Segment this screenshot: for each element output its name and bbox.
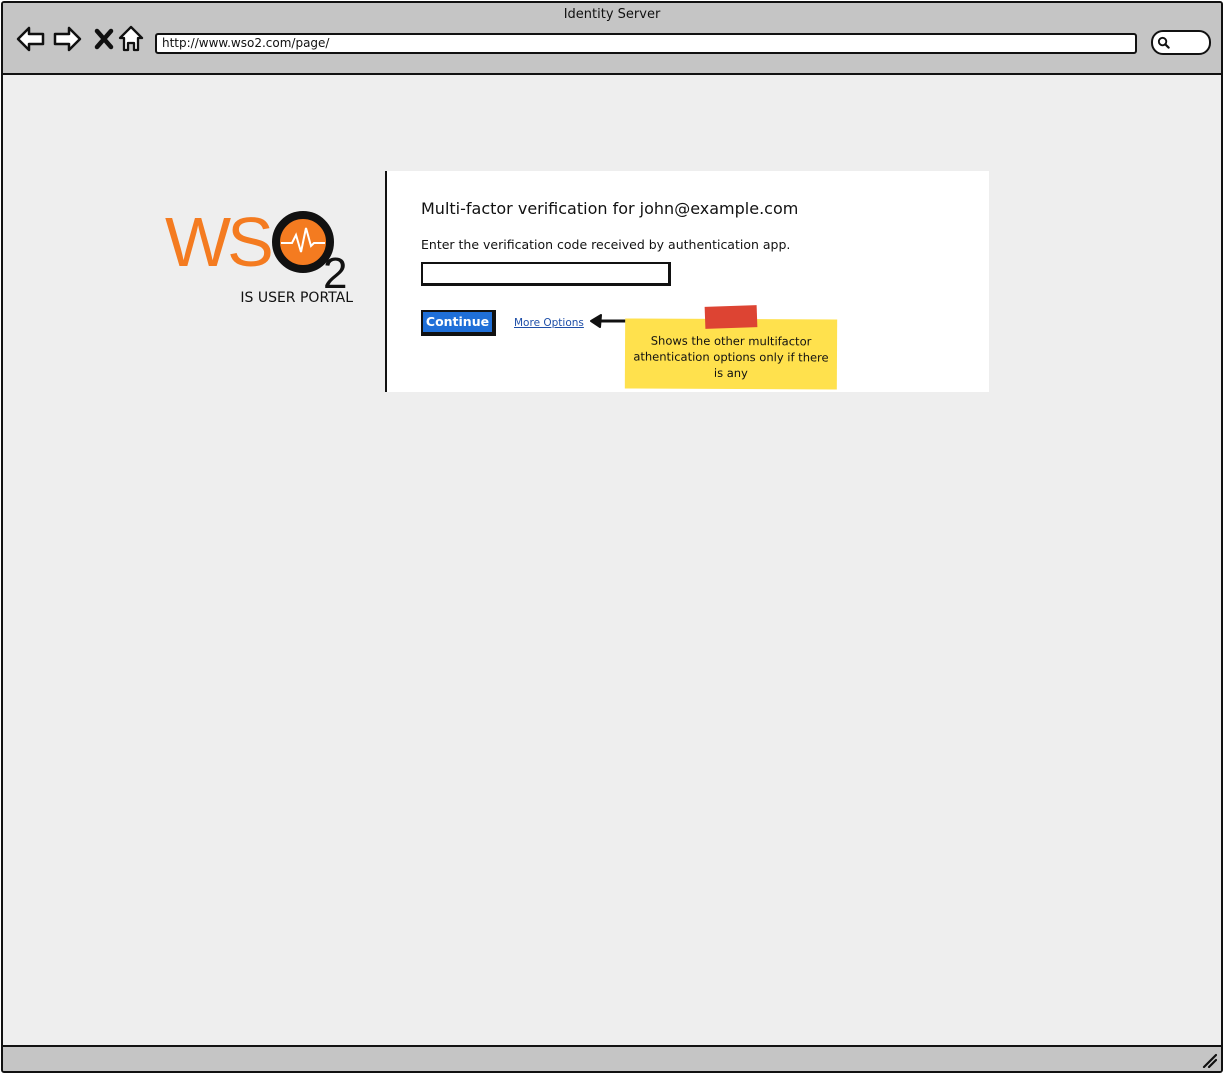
browser-titlebar: Identity Server http://www.wso2.com/page… bbox=[3, 3, 1221, 75]
verification-card: Multi-factor verification for john@examp… bbox=[385, 171, 989, 392]
more-options-link[interactable]: More Options bbox=[514, 317, 584, 329]
continue-button[interactable]: Continue bbox=[421, 310, 496, 336]
browser-statusbar bbox=[3, 1045, 1221, 1071]
sticky-tape bbox=[704, 305, 758, 329]
search-icon bbox=[1157, 36, 1170, 49]
window-title: Identity Server bbox=[563, 7, 661, 22]
instruction-text: Enter the verification code received by … bbox=[421, 237, 791, 252]
svg-text:2: 2 bbox=[323, 249, 347, 292]
back-arrow-icon[interactable] bbox=[15, 23, 47, 55]
sticky-note-text: Shows the other multifactor athenticatio… bbox=[633, 333, 829, 381]
verification-code-input[interactable] bbox=[421, 262, 671, 286]
resize-grip-icon[interactable] bbox=[1201, 1052, 1217, 1068]
url-bar[interactable]: http://www.wso2.com/page/ bbox=[155, 33, 1137, 54]
url-text: http://www.wso2.com/page/ bbox=[162, 36, 330, 50]
page-content: WS 2 IS USER PORTAL Multi-factor verific… bbox=[3, 75, 1221, 1045]
svg-text:WS: WS bbox=[165, 203, 271, 281]
wso2-logo: WS 2 bbox=[165, 203, 347, 292]
portal-label: IS USER PORTAL bbox=[240, 290, 353, 306]
forward-arrow-icon[interactable] bbox=[51, 23, 83, 55]
home-icon[interactable] bbox=[115, 23, 147, 55]
page-title: Multi-factor verification for john@examp… bbox=[421, 199, 799, 218]
browser-search-box[interactable] bbox=[1151, 30, 1211, 55]
sticky-note: Shows the other multifactor athenticatio… bbox=[624, 318, 838, 390]
browser-window: Identity Server http://www.wso2.com/page… bbox=[1, 1, 1223, 1073]
